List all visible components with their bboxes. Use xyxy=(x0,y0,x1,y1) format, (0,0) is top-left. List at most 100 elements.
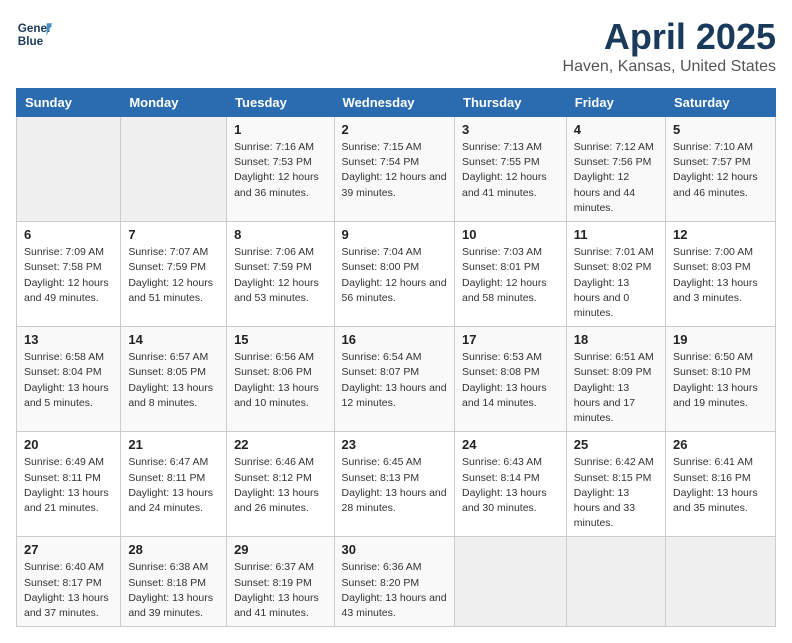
table-row: 29Sunrise: 6:37 AMSunset: 8:19 PMDayligh… xyxy=(227,537,334,627)
day-number: 11 xyxy=(574,227,658,242)
table-row: 9 Sunrise: 7:04 AMSunset: 8:00 PMDaylight… xyxy=(334,222,454,327)
day-info: Sunrise: 6:42 AMSunset: 8:15 PMDaylight:… xyxy=(574,455,658,531)
day-info: Sunrise: 6:50 AMSunset: 8:10 PMDaylight:… xyxy=(673,350,768,411)
day-number: 6 xyxy=(24,227,113,242)
day-number: 3 xyxy=(462,122,559,137)
table-row: 28 Sunrise: 6:38 AMSunset: 8:18 PMDayligh… xyxy=(121,537,227,627)
day-number: 2 xyxy=(342,122,447,137)
day-info: Sunrise: 6:49 AMSunset: 8:11 PMDaylight:… xyxy=(24,455,113,516)
day-number: 20 xyxy=(24,437,113,452)
day-info: Sunrise: 7:09 AMSunset: 7:58 PMDaylight:… xyxy=(24,245,113,306)
title-block: April 2025 Haven, Kansas, United States xyxy=(563,16,776,76)
table-row: 8Sunrise: 7:06 AMSunset: 7:59 PMDaylight… xyxy=(227,222,334,327)
table-row: 11 Sunrise: 7:01 AMSunset: 8:02 PMDayligh… xyxy=(566,222,665,327)
day-header-tuesday: Tuesday xyxy=(227,89,334,117)
table-row xyxy=(566,537,665,627)
logo-icon: General Blue xyxy=(16,16,52,52)
day-info: Sunrise: 6:56 AMSunset: 8:06 PMDaylight:… xyxy=(234,350,326,411)
table-row: 4Sunrise: 7:12 AMSunset: 7:56 PMDaylight… xyxy=(566,117,665,222)
table-row: 26Sunrise: 6:41 AMSunset: 8:16 PMDayligh… xyxy=(666,432,776,537)
table-row xyxy=(17,117,121,222)
table-row: 24 Sunrise: 6:43 AMSunset: 8:14 PMDayligh… xyxy=(455,432,567,537)
day-number: 30 xyxy=(342,542,447,557)
day-number: 21 xyxy=(128,437,219,452)
day-number: 26 xyxy=(673,437,768,452)
day-info: Sunrise: 7:03 AMSunset: 8:01 PMDaylight:… xyxy=(462,245,559,306)
table-row: 25 Sunrise: 6:42 AMSunset: 8:15 PMDayligh… xyxy=(566,432,665,537)
page-header: General Blue April 2025 Haven, Kansas, U… xyxy=(16,16,776,76)
day-info: Sunrise: 7:13 AMSunset: 7:55 PMDaylight:… xyxy=(462,140,559,201)
day-number: 7 xyxy=(128,227,219,242)
table-row: 23 Sunrise: 6:45 AMSunset: 8:13 PMDayligh… xyxy=(334,432,454,537)
day-info: Sunrise: 6:40 AMSunset: 8:17 PMDaylight:… xyxy=(24,560,113,621)
day-info: Sunrise: 6:43 AMSunset: 8:14 PMDaylight:… xyxy=(462,455,559,516)
day-info: Sunrise: 6:53 AMSunset: 8:08 PMDaylight:… xyxy=(462,350,559,411)
table-row: 17Sunrise: 6:53 AMSunset: 8:08 PMDayligh… xyxy=(455,327,567,432)
day-header-friday: Friday xyxy=(566,89,665,117)
calendar-title: April 2025 xyxy=(563,16,776,58)
day-info: Sunrise: 6:54 AMSunset: 8:07 PMDaylight:… xyxy=(342,350,447,411)
table-row xyxy=(666,537,776,627)
calendar-week-4: 20 Sunrise: 6:49 AMSunset: 8:11 PMDayligh… xyxy=(17,432,776,537)
table-row: 6 Sunrise: 7:09 AMSunset: 7:58 PMDaylight… xyxy=(17,222,121,327)
day-number: 28 xyxy=(128,542,219,557)
calendar-subtitle: Haven, Kansas, United States xyxy=(563,58,776,76)
day-info: Sunrise: 6:36 AMSunset: 8:20 PMDaylight:… xyxy=(342,560,447,621)
svg-text:Blue: Blue xyxy=(18,35,44,48)
table-row: 27 Sunrise: 6:40 AMSunset: 8:17 PMDayligh… xyxy=(17,537,121,627)
day-info: Sunrise: 7:07 AMSunset: 7:59 PMDaylight:… xyxy=(128,245,219,306)
day-number: 12 xyxy=(673,227,768,242)
table-row: 1 Sunrise: 7:16 AMSunset: 7:53 PMDaylight… xyxy=(227,117,334,222)
day-number: 13 xyxy=(24,332,113,347)
table-row: 13 Sunrise: 6:58 AMSunset: 8:04 PMDayligh… xyxy=(17,327,121,432)
day-info: Sunrise: 6:51 AMSunset: 8:09 PMDaylight:… xyxy=(574,350,658,426)
table-row: 15 Sunrise: 6:56 AMSunset: 8:06 PMDayligh… xyxy=(227,327,334,432)
day-number: 1 xyxy=(234,122,326,137)
table-row: 18 Sunrise: 6:51 AMSunset: 8:09 PMDayligh… xyxy=(566,327,665,432)
table-row: 3 Sunrise: 7:13 AMSunset: 7:55 PMDaylight… xyxy=(455,117,567,222)
day-number: 10 xyxy=(462,227,559,242)
day-header-sunday: Sunday xyxy=(17,89,121,117)
table-row: 14Sunrise: 6:57 AMSunset: 8:05 PMDayligh… xyxy=(121,327,227,432)
day-info: Sunrise: 6:46 AMSunset: 8:12 PMDaylight:… xyxy=(234,455,326,516)
day-info: Sunrise: 7:01 AMSunset: 8:02 PMDaylight:… xyxy=(574,245,658,321)
day-number: 23 xyxy=(342,437,447,452)
day-number: 14 xyxy=(128,332,219,347)
day-info: Sunrise: 6:38 AMSunset: 8:18 PMDaylight:… xyxy=(128,560,219,621)
table-row: 20 Sunrise: 6:49 AMSunset: 8:11 PMDayligh… xyxy=(17,432,121,537)
day-info: Sunrise: 7:16 AMSunset: 7:53 PMDaylight:… xyxy=(234,140,326,201)
day-number: 16 xyxy=(342,332,447,347)
day-number: 27 xyxy=(24,542,113,557)
day-number: 24 xyxy=(462,437,559,452)
table-row: 22Sunrise: 6:46 AMSunset: 8:12 PMDayligh… xyxy=(227,432,334,537)
day-header-wednesday: Wednesday xyxy=(334,89,454,117)
day-number: 9 xyxy=(342,227,447,242)
calendar-header-row: SundayMondayTuesdayWednesdayThursdayFrid… xyxy=(17,89,776,117)
day-info: Sunrise: 7:04 AMSunset: 8:00 PMDaylight:… xyxy=(342,245,447,306)
day-number: 19 xyxy=(673,332,768,347)
table-row: 16 Sunrise: 6:54 AMSunset: 8:07 PMDayligh… xyxy=(334,327,454,432)
day-info: Sunrise: 6:45 AMSunset: 8:13 PMDaylight:… xyxy=(342,455,447,516)
day-number: 8 xyxy=(234,227,326,242)
table-row: 19 Sunrise: 6:50 AMSunset: 8:10 PMDayligh… xyxy=(666,327,776,432)
day-number: 4 xyxy=(574,122,658,137)
day-number: 15 xyxy=(234,332,326,347)
day-header-saturday: Saturday xyxy=(666,89,776,117)
calendar-week-1: 1 Sunrise: 7:16 AMSunset: 7:53 PMDaylight… xyxy=(17,117,776,222)
table-row xyxy=(121,117,227,222)
day-number: 5 xyxy=(673,122,768,137)
table-row: 30 Sunrise: 6:36 AMSunset: 8:20 PMDayligh… xyxy=(334,537,454,627)
day-header-monday: Monday xyxy=(121,89,227,117)
calendar-body: 1 Sunrise: 7:16 AMSunset: 7:53 PMDaylight… xyxy=(17,117,776,627)
table-row: 21 Sunrise: 6:47 AMSunset: 8:11 PMDayligh… xyxy=(121,432,227,537)
day-info: Sunrise: 6:47 AMSunset: 8:11 PMDaylight:… xyxy=(128,455,219,516)
day-info: Sunrise: 6:58 AMSunset: 8:04 PMDaylight:… xyxy=(24,350,113,411)
day-number: 25 xyxy=(574,437,658,452)
calendar-table: SundayMondayTuesdayWednesdayThursdayFrid… xyxy=(16,88,776,627)
day-number: 18 xyxy=(574,332,658,347)
table-row: 10 Sunrise: 7:03 AMSunset: 8:01 PMDayligh… xyxy=(455,222,567,327)
day-info: Sunrise: 7:15 AMSunset: 7:54 PMDaylight:… xyxy=(342,140,447,201)
day-info: Sunrise: 7:10 AMSunset: 7:57 PMDaylight:… xyxy=(673,140,768,201)
day-info: Sunrise: 7:00 AMSunset: 8:03 PMDaylight:… xyxy=(673,245,768,306)
table-row: 5 Sunrise: 7:10 AMSunset: 7:57 PMDaylight… xyxy=(666,117,776,222)
